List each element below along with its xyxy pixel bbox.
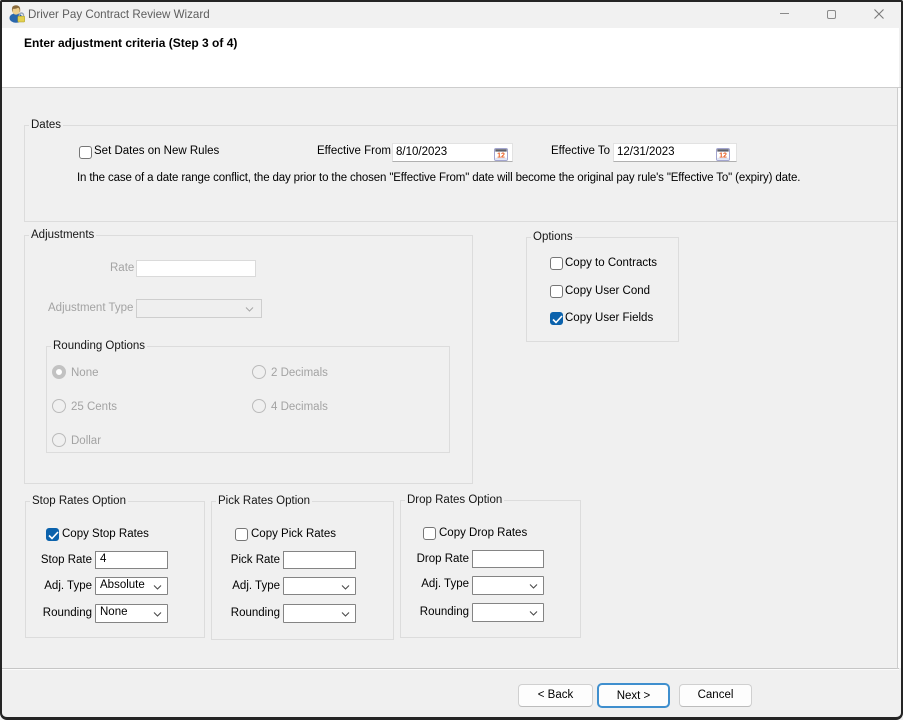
- svg-text:12: 12: [719, 153, 727, 160]
- svg-text:12: 12: [497, 153, 505, 160]
